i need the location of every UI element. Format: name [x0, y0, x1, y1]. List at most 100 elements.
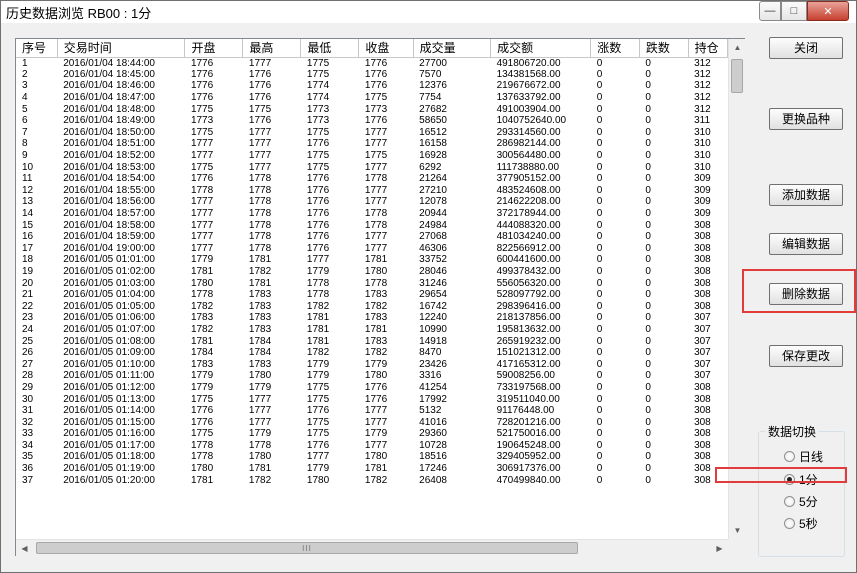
table-cell[interactable]: 1773	[301, 115, 359, 127]
table-cell[interactable]: 1777	[185, 231, 243, 243]
table-cell[interactable]: 27682	[413, 103, 490, 115]
add-data-button[interactable]: 添加数据	[769, 184, 843, 206]
table-cell[interactable]: 310	[688, 150, 727, 162]
table-cell[interactable]: 0	[639, 347, 688, 359]
table-cell[interactable]: 528097792.00	[491, 289, 591, 301]
table-cell[interactable]: 2016/01/04 18:45:00	[57, 69, 185, 81]
table-cell[interactable]: 1775	[359, 150, 413, 162]
table-cell[interactable]: 309	[688, 185, 727, 197]
table-cell[interactable]: 1780	[243, 370, 301, 382]
table-row[interactable]: 20 2016/01/05 01:03:00 1780 1781 1778 1778 312…	[16, 277, 728, 289]
table-cell[interactable]: 134381568.00	[491, 69, 591, 81]
table-cell[interactable]: 1773	[301, 103, 359, 115]
table-cell[interactable]: 1777	[301, 254, 359, 266]
table-cell[interactable]: 0	[591, 370, 640, 382]
table-cell[interactable]: 16158	[413, 138, 490, 150]
table-cell[interactable]: 219676672.00	[491, 80, 591, 92]
table-cell[interactable]: 319511040.00	[491, 393, 591, 405]
table-cell[interactable]: 1775	[301, 416, 359, 428]
table-cell[interactable]: 0	[591, 208, 640, 220]
table-cell[interactable]: 0	[639, 127, 688, 139]
table-cell[interactable]: 1779	[301, 266, 359, 278]
table-cell[interactable]: 1776	[185, 173, 243, 185]
table-cell[interactable]: 1777	[359, 243, 413, 255]
table-cell[interactable]: 27700	[413, 57, 490, 69]
table-row[interactable]: 27 2016/01/05 01:10:00 1783 1783 1779 1779 234…	[16, 358, 728, 370]
table-cell[interactable]: 27210	[413, 185, 490, 197]
table-cell[interactable]: 1782	[301, 347, 359, 359]
column-header[interactable]: 成交额	[490, 39, 592, 58]
column-header[interactable]: 序号	[16, 39, 58, 58]
table-cell[interactable]: 29360	[413, 428, 490, 440]
table-cell[interactable]: 2016/01/05 01:19:00	[57, 463, 185, 475]
table-cell[interactable]: 0	[639, 254, 688, 266]
table-cell[interactable]: 0	[591, 451, 640, 463]
table-cell[interactable]: 1775	[185, 103, 243, 115]
column-header[interactable]: 开盘	[184, 39, 244, 58]
table-cell[interactable]: 2016/01/05 01:05:00	[57, 300, 185, 312]
table-cell[interactable]: 822566912.00	[491, 243, 591, 255]
table-cell[interactable]: 312	[688, 57, 727, 69]
table-row[interactable]: 15 2016/01/04 18:58:00 1777 1778 1776 1778 249…	[16, 219, 728, 231]
table-cell[interactable]: 308	[688, 254, 727, 266]
table-cell[interactable]: 20944	[413, 208, 490, 220]
table-cell[interactable]: 1782	[243, 474, 301, 486]
table-cell[interactable]: 1777	[243, 161, 301, 173]
table-cell[interactable]: 1776	[185, 92, 243, 104]
table-cell[interactable]: 1778	[243, 208, 301, 220]
table-cell[interactable]: 1777	[185, 243, 243, 255]
table-cell[interactable]: 444088320.00	[491, 219, 591, 231]
table-cell[interactable]: 41016	[413, 416, 490, 428]
table-cell[interactable]: 1040752640.00	[491, 115, 591, 127]
table-cell[interactable]: 1783	[359, 312, 413, 324]
table-cell[interactable]: 1776	[359, 382, 413, 394]
table-cell[interactable]: 1778	[243, 196, 301, 208]
maximize-button[interactable]: □	[781, 1, 807, 21]
table-cell[interactable]: 2016/01/04 18:56:00	[57, 196, 185, 208]
table-cell[interactable]: 36	[16, 463, 57, 475]
table-cell[interactable]: 0	[639, 370, 688, 382]
table-cell[interactable]: 1776	[301, 243, 359, 255]
table-cell[interactable]: 1	[16, 57, 57, 69]
table-row[interactable]: 34 2016/01/05 01:17:00 1778 1778 1776 1777 107…	[16, 440, 728, 452]
table-cell[interactable]: 1776	[301, 440, 359, 452]
table-cell[interactable]: 2016/01/05 01:15:00	[57, 416, 185, 428]
table-cell[interactable]: 91176448.00	[491, 405, 591, 417]
table-cell[interactable]: 33	[16, 428, 57, 440]
table-cell[interactable]: 58650	[413, 115, 490, 127]
table-cell[interactable]: 190645248.00	[491, 440, 591, 452]
table-cell[interactable]: 1780	[359, 451, 413, 463]
column-header[interactable]: 跌数	[639, 39, 689, 58]
table-cell[interactable]: 29654	[413, 289, 490, 301]
table-cell[interactable]: 1777	[185, 208, 243, 220]
table-cell[interactable]: 1778	[185, 440, 243, 452]
table-cell[interactable]: 728201216.00	[491, 416, 591, 428]
table-cell[interactable]: 28	[16, 370, 57, 382]
table-cell[interactable]: 0	[639, 103, 688, 115]
table-row[interactable]: 11 2016/01/04 18:54:00 1776 1778 1776 1778 212…	[16, 173, 728, 185]
table-cell[interactable]: 21264	[413, 173, 490, 185]
table-cell[interactable]: 0	[639, 243, 688, 255]
table-cell[interactable]: 0	[639, 219, 688, 231]
table-cell[interactable]: 5	[16, 103, 57, 115]
table-cell[interactable]: 2016/01/04 18:46:00	[57, 80, 185, 92]
table-cell[interactable]: 308	[688, 231, 727, 243]
table-cell[interactable]: 1781	[359, 324, 413, 336]
table-cell[interactable]: 2016/01/04 18:54:00	[57, 173, 185, 185]
table-cell[interactable]: 1783	[243, 358, 301, 370]
table-cell[interactable]: 0	[591, 92, 640, 104]
table-cell[interactable]: 32	[16, 416, 57, 428]
table-cell[interactable]: 1773	[359, 103, 413, 115]
table-cell[interactable]: 2016/01/04 18:49:00	[57, 115, 185, 127]
table-row[interactable]: 25 2016/01/05 01:08:00 1781 1784 1781 1783 149…	[16, 335, 728, 347]
table-cell[interactable]: 308	[688, 393, 727, 405]
table-cell[interactable]: 0	[639, 289, 688, 301]
table-cell[interactable]: 298396416.00	[491, 300, 591, 312]
table-cell[interactable]: 7570	[413, 69, 490, 81]
table-cell[interactable]: 0	[591, 127, 640, 139]
table-cell[interactable]: 31246	[413, 277, 490, 289]
table-cell[interactable]: 137633792.00	[491, 92, 591, 104]
table-cell[interactable]: 0	[591, 277, 640, 289]
table-cell[interactable]: 1779	[185, 370, 243, 382]
table-cell[interactable]: 1783	[185, 358, 243, 370]
